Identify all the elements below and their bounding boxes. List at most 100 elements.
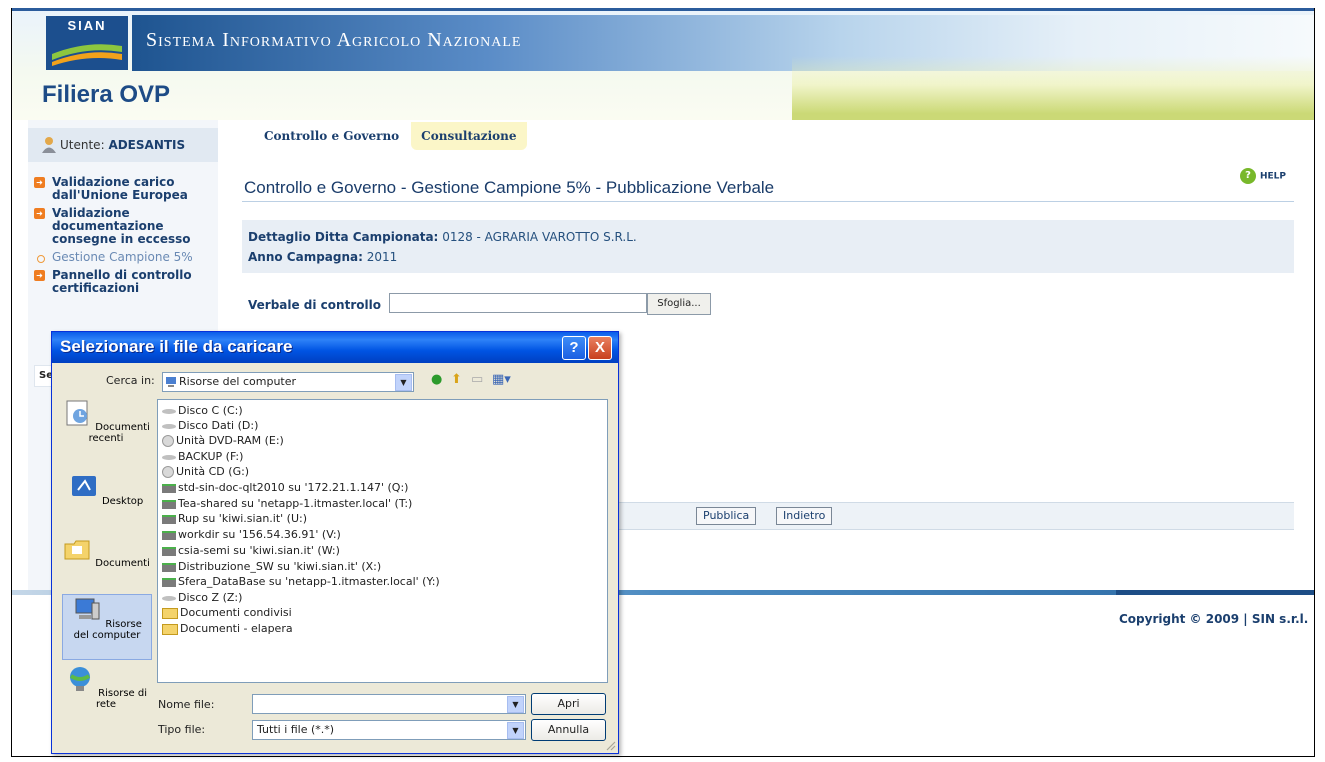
cancel-button[interactable]: Annulla bbox=[531, 719, 606, 741]
sidebar-item-validazione-carico[interactable]: ➜ Validazione carico dall'Unione Europea bbox=[34, 176, 218, 202]
list-item[interactable]: Disco C (C:) bbox=[162, 404, 243, 417]
chevron-down-icon[interactable]: ▼ bbox=[507, 722, 524, 739]
file-name: Sfera_DataBase su 'netapp-1.itmaster.loc… bbox=[178, 575, 440, 588]
logo-text: SIAN bbox=[67, 18, 107, 33]
verbale-file-input[interactable] bbox=[389, 293, 647, 313]
list-item[interactable]: Rup su 'kiwi.sian.it' (U:) bbox=[162, 512, 307, 525]
filename-input[interactable]: ▼ bbox=[252, 694, 526, 714]
open-button[interactable]: Apri bbox=[531, 693, 606, 715]
arrow-right-icon: ➜ bbox=[34, 177, 45, 188]
tab-consultazione[interactable]: Consultazione bbox=[411, 122, 527, 150]
chevron-down-icon[interactable]: ▼ bbox=[507, 696, 524, 713]
new-folder-icon[interactable]: ▭ bbox=[471, 372, 483, 387]
cd-drive-icon bbox=[162, 466, 174, 478]
tab-controllo-e-governo[interactable]: Controllo e Governo bbox=[254, 122, 409, 150]
list-item[interactable]: Unità DVD-RAM (E:) bbox=[162, 434, 284, 447]
recent-documents-icon bbox=[66, 400, 88, 426]
file-name: Documenti condivisi bbox=[180, 606, 292, 619]
filetype-select[interactable]: Tutti i file (*.*) ▼ bbox=[252, 720, 526, 740]
user-box: Utente: ADESANTIS bbox=[28, 128, 218, 162]
filetype-label: Tipo file: bbox=[158, 723, 206, 736]
place-desktop[interactable]: Desktop bbox=[62, 472, 150, 507]
file-name: Documenti - elapera bbox=[180, 622, 293, 635]
sidebar-item-label: Validazione carico dall'Unione Europea bbox=[52, 175, 188, 202]
sidebar-menu: ➜ Validazione carico dall'Unione Europea … bbox=[34, 176, 218, 300]
drive-icon bbox=[162, 595, 176, 601]
anno-value: 2011 bbox=[366, 250, 398, 264]
list-item[interactable]: BACKUP (F:) bbox=[162, 450, 243, 463]
place-documents[interactable]: Documenti bbox=[62, 534, 150, 569]
help-link[interactable]: ? HELP bbox=[1240, 168, 1286, 184]
list-item[interactable]: Distribuzione_SW su 'kiwi.sian.it' (X:) bbox=[162, 560, 381, 573]
list-item[interactable]: Disco Dati (D:) bbox=[162, 419, 258, 432]
list-item[interactable]: Disco Z (Z:) bbox=[162, 591, 242, 604]
user-label: Utente: ADESANTIS bbox=[60, 138, 186, 152]
sian-logo[interactable]: SIAN bbox=[46, 16, 128, 70]
list-item[interactable]: Tea-shared su 'netapp-1.itmaster.local' … bbox=[162, 497, 412, 510]
file-name: std-sin-doc-qlt2010 su '172.21.1.147' (Q… bbox=[178, 481, 409, 494]
user-name: ADESANTIS bbox=[108, 138, 186, 152]
dialog-title: Selezionare il file da caricare bbox=[60, 337, 293, 356]
logo-waves-icon bbox=[52, 44, 122, 66]
chevron-down-icon[interactable]: ▼ bbox=[395, 374, 412, 391]
file-list[interactable]: Disco C (C:) Disco Dati (D:) Unità DVD-R… bbox=[157, 399, 608, 683]
place-network[interactable]: Risorse di rete bbox=[62, 664, 150, 710]
arrow-right-icon: ➜ bbox=[34, 208, 45, 219]
sidebar-item-label: Gestione Campione 5% bbox=[52, 250, 193, 264]
up-folder-icon[interactable]: ⬆ bbox=[451, 372, 462, 387]
place-label: Risorse di rete bbox=[95, 688, 148, 710]
ditta-value: 0128 - AGRARIA VAROTTO S.R.L. bbox=[442, 230, 637, 244]
header-banner: SIAN Sistema Informativo Agricolo Nazion… bbox=[12, 11, 1314, 120]
network-drive-icon bbox=[162, 577, 176, 587]
back-button[interactable]: Indietro bbox=[776, 507, 833, 525]
resize-grip-icon[interactable] bbox=[604, 739, 616, 751]
place-label: Desktop bbox=[101, 496, 144, 507]
file-name: Disco Z (Z:) bbox=[178, 591, 243, 604]
dialog-help-button[interactable]: ? bbox=[562, 336, 586, 360]
documents-folder-icon bbox=[64, 540, 90, 560]
sidebar-item-gestione-campione[interactable]: Gestione Campione 5% bbox=[34, 251, 218, 264]
browse-button[interactable]: Sfoglia... bbox=[647, 293, 711, 315]
place-my-computer[interactable]: Risorse del computer bbox=[62, 594, 152, 660]
network-drive-icon bbox=[162, 546, 176, 556]
list-item[interactable]: workdir su '156.54.36.91' (V:) bbox=[162, 528, 341, 541]
list-item[interactable]: Unità CD (G:) bbox=[162, 465, 249, 478]
network-drive-icon bbox=[162, 530, 176, 540]
user-icon bbox=[42, 137, 56, 153]
file-name: Unità DVD-RAM (E:) bbox=[176, 434, 284, 447]
main-tabs: Controllo e Governo Consultazione bbox=[254, 122, 529, 154]
banner-wheat-field bbox=[792, 56, 1314, 120]
list-item[interactable]: csia-semi su 'kiwi.sian.it' (W:) bbox=[162, 544, 340, 557]
anno-row: Anno Campagna: 2011 bbox=[248, 250, 397, 264]
publish-button[interactable]: Pubblica bbox=[696, 507, 757, 525]
list-item[interactable]: std-sin-doc-qlt2010 su '172.21.1.147' (Q… bbox=[162, 481, 408, 494]
places-bar: Documenti recenti Desktop Documenti Riso… bbox=[60, 398, 152, 718]
place-label: Documenti bbox=[95, 558, 150, 569]
network-drive-icon bbox=[162, 562, 176, 572]
file-name: BACKUP (F:) bbox=[178, 450, 244, 463]
ditta-label: Dettaglio Ditta Campionata: bbox=[248, 230, 439, 244]
lookin-label: Cerca in: bbox=[106, 374, 155, 387]
site-title: Sistema Informativo Agricolo Nazionale bbox=[146, 29, 522, 51]
sidebar-item-label: Validazione documentazione consegne in e… bbox=[52, 206, 191, 246]
list-item[interactable]: Documenti - elapera bbox=[162, 622, 293, 635]
dialog-titlebar[interactable]: Selezionare il file da caricare ? X bbox=[52, 332, 618, 363]
desktop-icon bbox=[71, 476, 96, 496]
sidebar-item-validazione-documentazione[interactable]: ➜ Validazione documentazione consegne in … bbox=[34, 207, 218, 246]
sidebar-item-label: Pannello di controllo certificazioni bbox=[52, 268, 192, 295]
help-label: HELP bbox=[1260, 171, 1287, 182]
verbale-label: Verbale di controllo bbox=[248, 298, 381, 312]
drive-icon bbox=[162, 408, 176, 414]
ditta-row: Dettaglio Ditta Campionata: 0128 - AGRAR… bbox=[248, 230, 637, 244]
list-item[interactable]: Documenti condivisi bbox=[162, 606, 292, 619]
lookin-select[interactable]: Risorse del computer ▼ bbox=[162, 372, 414, 392]
help-icon: ? bbox=[1240, 168, 1256, 184]
dialog-close-button[interactable]: X bbox=[588, 336, 612, 360]
back-icon[interactable]: ● bbox=[431, 372, 442, 387]
network-places-icon bbox=[69, 667, 91, 691]
sidebar-item-pannello-controllo[interactable]: ➜ Pannello di controllo certificazioni bbox=[34, 269, 218, 295]
place-recent[interactable]: Documenti recenti bbox=[62, 398, 150, 444]
lookin-value: Risorse del computer bbox=[179, 375, 297, 388]
view-menu-icon[interactable]: ▦▾ bbox=[492, 372, 511, 387]
list-item[interactable]: Sfera_DataBase su 'netapp-1.itmaster.loc… bbox=[162, 575, 440, 588]
